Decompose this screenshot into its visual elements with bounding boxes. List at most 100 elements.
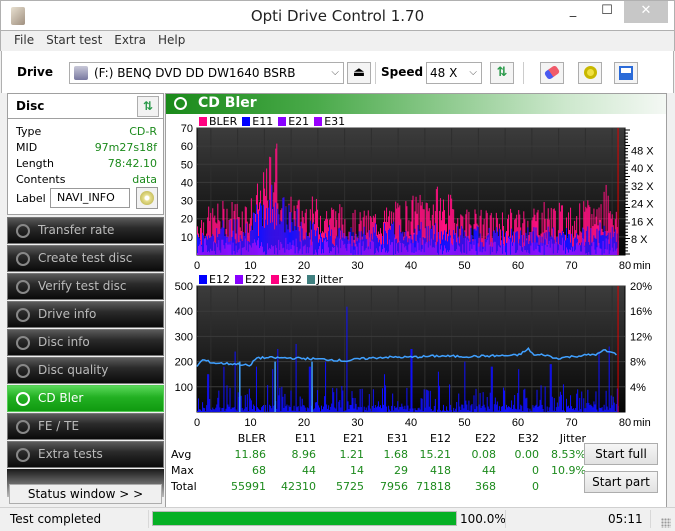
e12-bar <box>436 409 438 412</box>
e21-bar <box>405 245 407 255</box>
refresh-speed-button[interactable]: ⇅ <box>490 62 514 84</box>
disc-icon <box>16 364 30 378</box>
e21-bar <box>522 251 524 255</box>
e12-bar <box>337 411 339 412</box>
x-tick-label: 70 <box>565 260 577 272</box>
nav-item-disc-quality[interactable]: Disc quality <box>7 357 164 384</box>
e21-bar <box>514 242 516 255</box>
e21-bar <box>329 253 331 255</box>
e11-bar <box>268 207 270 255</box>
status-text: Test completed <box>10 512 102 526</box>
e11-bar <box>269 199 271 255</box>
nav-item-fe-te[interactable]: FE / TE <box>7 413 164 440</box>
disc-refresh-button[interactable]: ⇅ <box>137 96 159 117</box>
start-part-button[interactable]: Start part <box>584 471 658 493</box>
e21-bar <box>217 247 219 255</box>
minimize-button[interactable]: _ <box>558 1 588 23</box>
e11-bar <box>202 232 204 255</box>
disc-title: Disc <box>16 99 45 113</box>
e11-bar <box>504 232 506 255</box>
e21-bar <box>455 251 457 255</box>
e12-bar <box>394 406 396 412</box>
e12-bar <box>548 407 550 412</box>
nav-item-extra-tests[interactable]: Extra tests <box>7 441 164 468</box>
e11-bar <box>288 205 290 255</box>
divider <box>650 510 651 528</box>
x-tick-label: 30 <box>351 260 363 272</box>
e12-bar <box>419 409 421 412</box>
e12-bar <box>285 406 287 412</box>
disc-label-field[interactable]: NAVI_INFO <box>50 188 130 208</box>
e11-bar <box>321 236 323 255</box>
e21-bar <box>281 243 283 255</box>
speed-select[interactable]: 48 X ⌵ <box>426 62 482 84</box>
info-key: Contents <box>16 173 66 186</box>
e21-bar <box>284 252 286 255</box>
e12-bar <box>234 351 236 412</box>
nav-item-transfer-rate[interactable]: Transfer rate <box>7 217 164 244</box>
e21-bar <box>291 244 293 255</box>
e12-bar <box>478 404 480 412</box>
e11-bar <box>510 237 512 255</box>
e11-bar <box>586 230 588 255</box>
e21-bar <box>470 244 472 255</box>
nav-item-create-test-disc[interactable]: Create test disc <box>7 245 164 272</box>
save-button[interactable] <box>614 62 638 84</box>
e12-bar <box>339 400 341 412</box>
settings-button[interactable] <box>578 62 602 84</box>
status-window-button[interactable]: Status window > > <box>9 484 162 504</box>
e12-bar <box>250 400 252 412</box>
maximize-button[interactable]: ☐ <box>592 1 622 23</box>
e21-bar <box>211 250 213 255</box>
y-tick-label: 40 <box>181 177 193 189</box>
menu-start-test[interactable]: Start test <box>40 31 108 47</box>
e12-bar <box>577 389 579 412</box>
menu-extra[interactable]: Extra <box>108 31 152 47</box>
resize-grip[interactable] <box>661 518 671 528</box>
e12-bar <box>515 408 517 412</box>
e12-bar <box>356 409 358 412</box>
e21-bar <box>563 240 565 255</box>
drive-select[interactable]: (F:) BENQ DVD DD DW1640 BSRB ⌵ <box>69 62 344 84</box>
e12-bar <box>502 387 504 412</box>
e21-bar <box>520 246 522 255</box>
nav-label: Create test disc <box>38 251 133 265</box>
eject-button[interactable]: ⏏ <box>347 62 371 84</box>
e11-bar <box>265 219 267 255</box>
e12-bar <box>355 403 357 412</box>
menu-file[interactable]: File <box>1 31 40 47</box>
e21-bar <box>518 243 520 255</box>
e12-bar <box>438 385 440 412</box>
e21-bar <box>486 239 488 255</box>
e21-bar <box>414 247 416 255</box>
e21-bar <box>584 246 586 255</box>
menu-help[interactable]: Help <box>152 31 191 47</box>
e12-bar <box>534 405 536 412</box>
e21-bar <box>478 246 480 255</box>
nav-item-drive-info[interactable]: Drive info <box>7 301 164 328</box>
e12-bar <box>249 398 251 412</box>
e21-bar <box>253 239 255 255</box>
disc-label-button[interactable] <box>136 187 158 209</box>
e11-bar <box>529 240 531 255</box>
e21-bar <box>319 238 321 255</box>
e12-bar <box>494 397 496 412</box>
e21-bar <box>349 243 351 255</box>
nav-item-cd-bler[interactable]: CD Bler <box>7 385 164 412</box>
x-tick-label: 60 <box>512 417 524 429</box>
e21-bar <box>202 252 204 255</box>
nav-item-verify-test-disc[interactable]: Verify test disc <box>7 273 164 300</box>
close-button[interactable]: ✕ <box>624 1 668 23</box>
e21-bar <box>607 239 609 255</box>
start-full-button[interactable]: Start full <box>584 443 658 465</box>
nav-item-disc-info[interactable]: Disc info <box>7 329 164 356</box>
e12-bar <box>530 410 532 412</box>
x-tick-label: 80 <box>619 260 631 272</box>
e21-bar <box>395 253 397 255</box>
e12-bar <box>293 405 295 412</box>
e21-bar <box>424 243 426 255</box>
erase-button[interactable] <box>540 62 564 84</box>
e21-bar <box>502 244 504 255</box>
drive-value: (F:) BENQ DVD DD DW1640 BSRB <box>94 66 296 80</box>
e21-bar <box>526 252 528 255</box>
